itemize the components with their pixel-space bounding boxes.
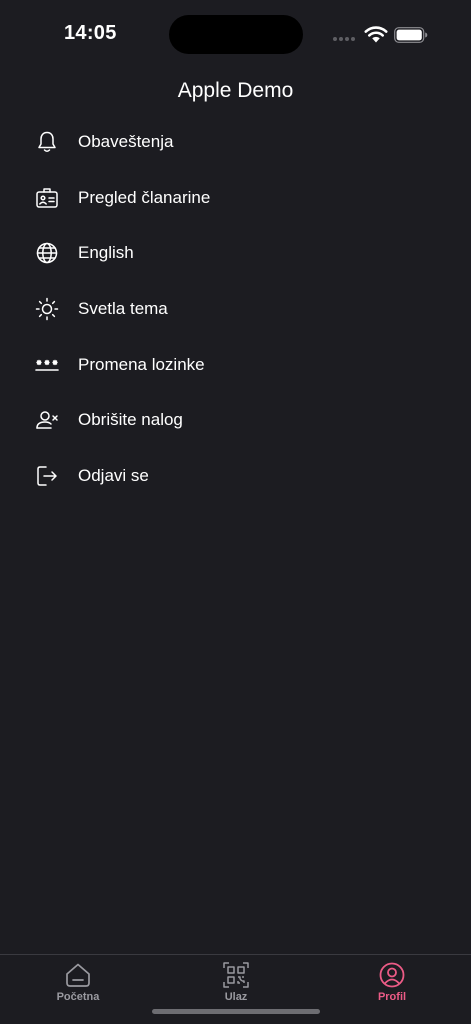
dynamic-island xyxy=(169,15,303,54)
home-indicator[interactable] xyxy=(152,1009,320,1014)
menu-item-membership[interactable]: Pregled članarine xyxy=(0,170,471,226)
page-title: Apple Demo xyxy=(177,79,294,102)
qr-code-icon xyxy=(223,962,249,988)
cellular-signal-icon xyxy=(333,37,355,41)
menu-item-label: Obrišite nalog xyxy=(78,410,183,430)
menu-item-label: English xyxy=(78,243,134,263)
status-bar: 14:05 xyxy=(0,0,471,70)
globe-icon xyxy=(34,240,60,266)
menu-item-label: Obaveštenja xyxy=(78,131,174,151)
logout-icon xyxy=(34,463,60,489)
tab-entry[interactable]: Ulaz xyxy=(181,961,291,1009)
menu-item-label: Promena lozinke xyxy=(78,354,205,374)
profile-screen: 14:05 Apple Demo Obaveštenja Pregled čla… xyxy=(0,0,471,1024)
bell-icon xyxy=(34,129,60,155)
tab-label: Početna xyxy=(56,991,100,1003)
id-card-icon xyxy=(34,185,60,211)
menu-item-change-password[interactable]: Promena lozinke xyxy=(0,337,471,393)
menu-item-notifications[interactable]: Obaveštenja xyxy=(0,114,471,170)
user-remove-icon xyxy=(34,407,60,433)
status-time: 14:05 xyxy=(64,22,117,44)
menu-item-label: Odjavi se xyxy=(78,465,149,485)
battery-icon xyxy=(394,27,428,43)
password-icon xyxy=(34,352,60,378)
home-icon xyxy=(66,963,90,987)
settings-menu: Obaveštenja Pregled članarine English Sv… xyxy=(0,114,471,504)
tab-label: Profil xyxy=(377,991,407,1003)
profile-icon xyxy=(379,962,405,988)
tab-profile[interactable]: Profil xyxy=(337,961,447,1009)
menu-item-label: Svetla tema xyxy=(78,298,168,318)
sun-icon xyxy=(34,296,60,322)
menu-item-language[interactable]: English xyxy=(0,225,471,281)
menu-item-theme[interactable]: Svetla tema xyxy=(0,281,471,337)
menu-item-delete-account[interactable]: Obrišite nalog xyxy=(0,392,471,448)
wifi-icon xyxy=(364,26,388,43)
menu-item-label: Pregled članarine xyxy=(78,187,211,207)
tab-label: Ulaz xyxy=(224,991,248,1003)
menu-item-logout[interactable]: Odjavi se xyxy=(0,448,471,504)
tab-home[interactable]: Početna xyxy=(23,961,133,1009)
